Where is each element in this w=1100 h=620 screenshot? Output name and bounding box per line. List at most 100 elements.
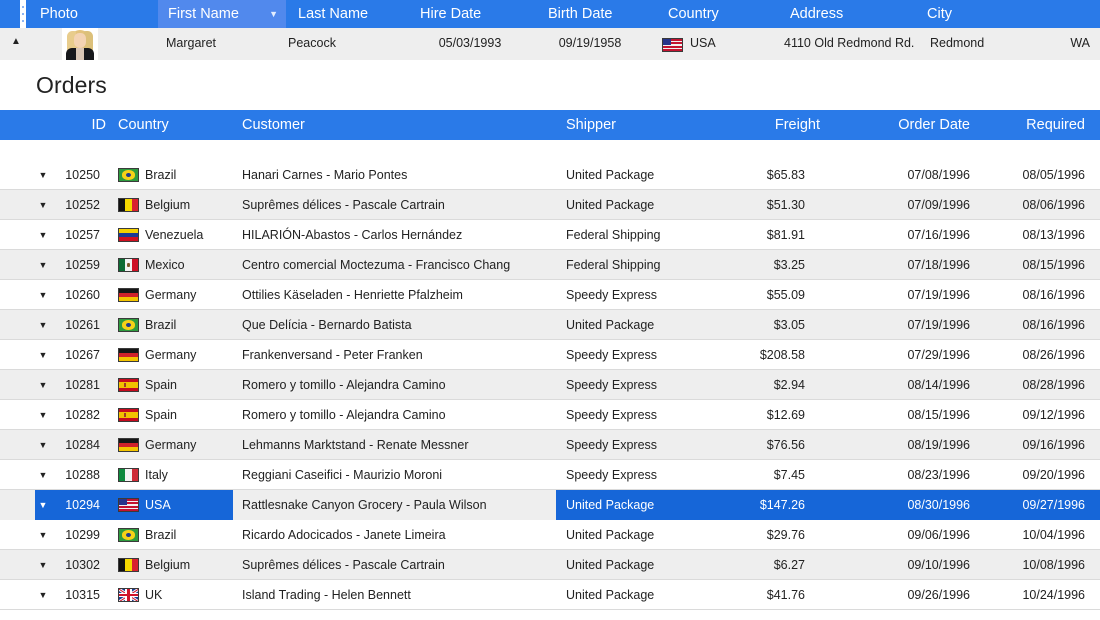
cell-customer: Reggiani Caseifici - Maurizio Moroni [242, 460, 542, 490]
cell-order-date: 09/06/1996 [820, 520, 970, 550]
table-row[interactable]: ▼10315UKIsland Trading - Helen BennettUn… [0, 580, 1100, 610]
employee-column-header-city[interactable]: City [917, 0, 1037, 28]
cell-freight: $12.69 [690, 400, 805, 430]
cell-order-date: 07/19/1996 [820, 280, 970, 310]
employee-last-name: Peacock [288, 28, 406, 60]
cell-order-id: 10294 [50, 490, 100, 520]
cell-required-date: 10/08/1996 [960, 550, 1085, 580]
flag-icon-uk [118, 588, 139, 602]
cell-country: Belgium [145, 550, 235, 580]
column-grip-handle[interactable] [20, 0, 26, 28]
cell-freight: $3.05 [690, 310, 805, 340]
cell-freight: $51.30 [690, 190, 805, 220]
cell-country: USA [145, 490, 235, 520]
cell-order-id: 10250 [50, 160, 100, 190]
row-expander-chevron-down-icon[interactable]: ▼ [36, 340, 50, 370]
table-row[interactable]: ▼10282SpainRomero y tomillo - Alejandra … [0, 400, 1100, 430]
employee-row-expander[interactable]: ▲ [8, 34, 24, 50]
grip-dot [22, 20, 24, 22]
cell-order-date: 08/15/1996 [820, 400, 970, 430]
table-row[interactable]: ▼10260GermanyOttilies Käseladen - Henrie… [0, 280, 1100, 310]
orders-column-header-id[interactable]: ID [56, 110, 106, 140]
employee-column-header-first-name[interactable]: First Name ▼ [158, 0, 286, 28]
cell-order-id: 10302 [50, 550, 100, 580]
cell-order-id: 10252 [50, 190, 100, 220]
column-header-label: First Name [158, 6, 239, 22]
row-expander-chevron-down-icon[interactable]: ▼ [36, 490, 50, 520]
cell-country: Venezuela [145, 220, 235, 250]
cell-country: Spain [145, 370, 235, 400]
cell-customer: Island Trading - Helen Bennett [242, 580, 542, 610]
table-row[interactable]: ▼10267GermanyFrankenversand - Peter Fran… [0, 340, 1100, 370]
cell-order-id: 10299 [50, 520, 100, 550]
chevron-down-icon[interactable]: ▼ [269, 0, 278, 28]
table-row[interactable]: ▼10294USARattlesnake Canyon Grocery - Pa… [0, 490, 1100, 520]
row-expander-chevron-down-icon[interactable]: ▼ [36, 310, 50, 340]
table-row[interactable]: ▼10302BelgiumSuprêmes délices - Pascale … [0, 550, 1100, 580]
table-row[interactable]: ▼10259MexicoCentro comercial Moctezuma -… [0, 250, 1100, 280]
employee-column-header-hire-date[interactable]: Hire Date [410, 0, 538, 28]
cell-order-date: 09/26/1996 [820, 580, 970, 610]
cell-order-id: 10261 [50, 310, 100, 340]
cell-freight: $147.26 [690, 490, 805, 520]
cell-country: Spain [145, 400, 235, 430]
cell-country: Mexico [145, 250, 235, 280]
row-expander-chevron-down-icon[interactable]: ▼ [36, 400, 50, 430]
employee-column-header-last-name[interactable]: Last Name [288, 0, 408, 28]
table-row[interactable]: ▼10250BrazilHanari Carnes - Mario Pontes… [0, 160, 1100, 190]
employee-column-header-country[interactable]: Country [658, 0, 778, 28]
row-expander-chevron-down-icon[interactable]: ▼ [36, 160, 50, 190]
cell-customer: Romero y tomillo - Alejandra Camino [242, 370, 542, 400]
cell-required-date: 08/28/1996 [960, 370, 1085, 400]
flag-icon-brazil [118, 528, 139, 542]
employee-column-header-photo[interactable]: Photo [30, 0, 155, 28]
cell-order-date: 08/23/1996 [820, 460, 970, 490]
cell-order-date: 09/10/1996 [820, 550, 970, 580]
column-header-label: Hire Date [410, 6, 481, 22]
cell-required-date: 08/05/1996 [960, 160, 1085, 190]
row-expander-chevron-down-icon[interactable]: ▼ [36, 430, 50, 460]
cell-order-id: 10284 [50, 430, 100, 460]
cell-required-date: 08/16/1996 [960, 280, 1085, 310]
row-expander-chevron-down-icon[interactable]: ▼ [36, 220, 50, 250]
orders-column-header-freight[interactable]: Freight [700, 110, 820, 140]
table-row[interactable]: ▼10288ItalyReggiani Caseifici - Maurizio… [0, 460, 1100, 490]
cell-customer: Lehmanns Marktstand - Renate Messner [242, 430, 542, 460]
row-expander-chevron-down-icon[interactable]: ▼ [36, 280, 50, 310]
cell-country: Germany [145, 280, 235, 310]
employee-city: Redmond [930, 28, 1020, 60]
table-row[interactable]: ▼10257VenezuelaHILARIÓN-Abastos - Carlos… [0, 220, 1100, 250]
cell-freight: $2.94 [690, 370, 805, 400]
row-expander-chevron-down-icon[interactable]: ▼ [36, 190, 50, 220]
row-expander-chevron-down-icon[interactable]: ▼ [36, 460, 50, 490]
cell-freight: $76.56 [690, 430, 805, 460]
row-expander-chevron-down-icon[interactable]: ▼ [36, 250, 50, 280]
grip-dot [22, 13, 24, 15]
orders-column-header-country[interactable]: Country [118, 110, 228, 140]
column-header-label: Photo [30, 6, 78, 22]
row-expander-chevron-down-icon[interactable]: ▼ [36, 580, 50, 610]
employee-column-header-birth-date[interactable]: Birth Date [538, 0, 656, 28]
employee-hire-date: 05/03/1993 [410, 28, 530, 60]
table-row[interactable]: ▼10284GermanyLehmanns Marktstand - Renat… [0, 430, 1100, 460]
table-row[interactable]: ▼10281SpainRomero y tomillo - Alejandra … [0, 370, 1100, 400]
table-row[interactable]: ▼10261BrazilQue Delícia - Bernardo Batis… [0, 310, 1100, 340]
row-expander-chevron-down-icon[interactable]: ▼ [36, 370, 50, 400]
cell-freight: $208.58 [690, 340, 805, 370]
orders-column-header-customer[interactable]: Customer [242, 110, 542, 140]
data-grid-app: Photo First Name ▼ Last NameHire Date Birth … [0, 0, 1100, 620]
row-expander-chevron-down-icon[interactable]: ▼ [36, 520, 50, 550]
table-row[interactable]: ▼10299BrazilRicardo Adocicados - Janete … [0, 520, 1100, 550]
flag-icon-usa [118, 498, 139, 512]
employee-photo [62, 28, 98, 60]
row-expander-chevron-down-icon[interactable]: ▼ [36, 550, 50, 580]
flag-icon-italy [118, 468, 139, 482]
cell-country: Italy [145, 460, 235, 490]
orders-column-header-order-date[interactable]: Order Date [830, 110, 970, 140]
cell-order-date: 07/19/1996 [820, 310, 970, 340]
row-divider [0, 609, 1100, 610]
employee-column-header-address[interactable]: Address [780, 0, 915, 28]
table-row[interactable]: ▼10252BelgiumSuprêmes délices - Pascale … [0, 190, 1100, 220]
orders-column-header-required[interactable]: Required [970, 110, 1085, 140]
cell-customer: Ricardo Adocicados - Janete Limeira [242, 520, 542, 550]
